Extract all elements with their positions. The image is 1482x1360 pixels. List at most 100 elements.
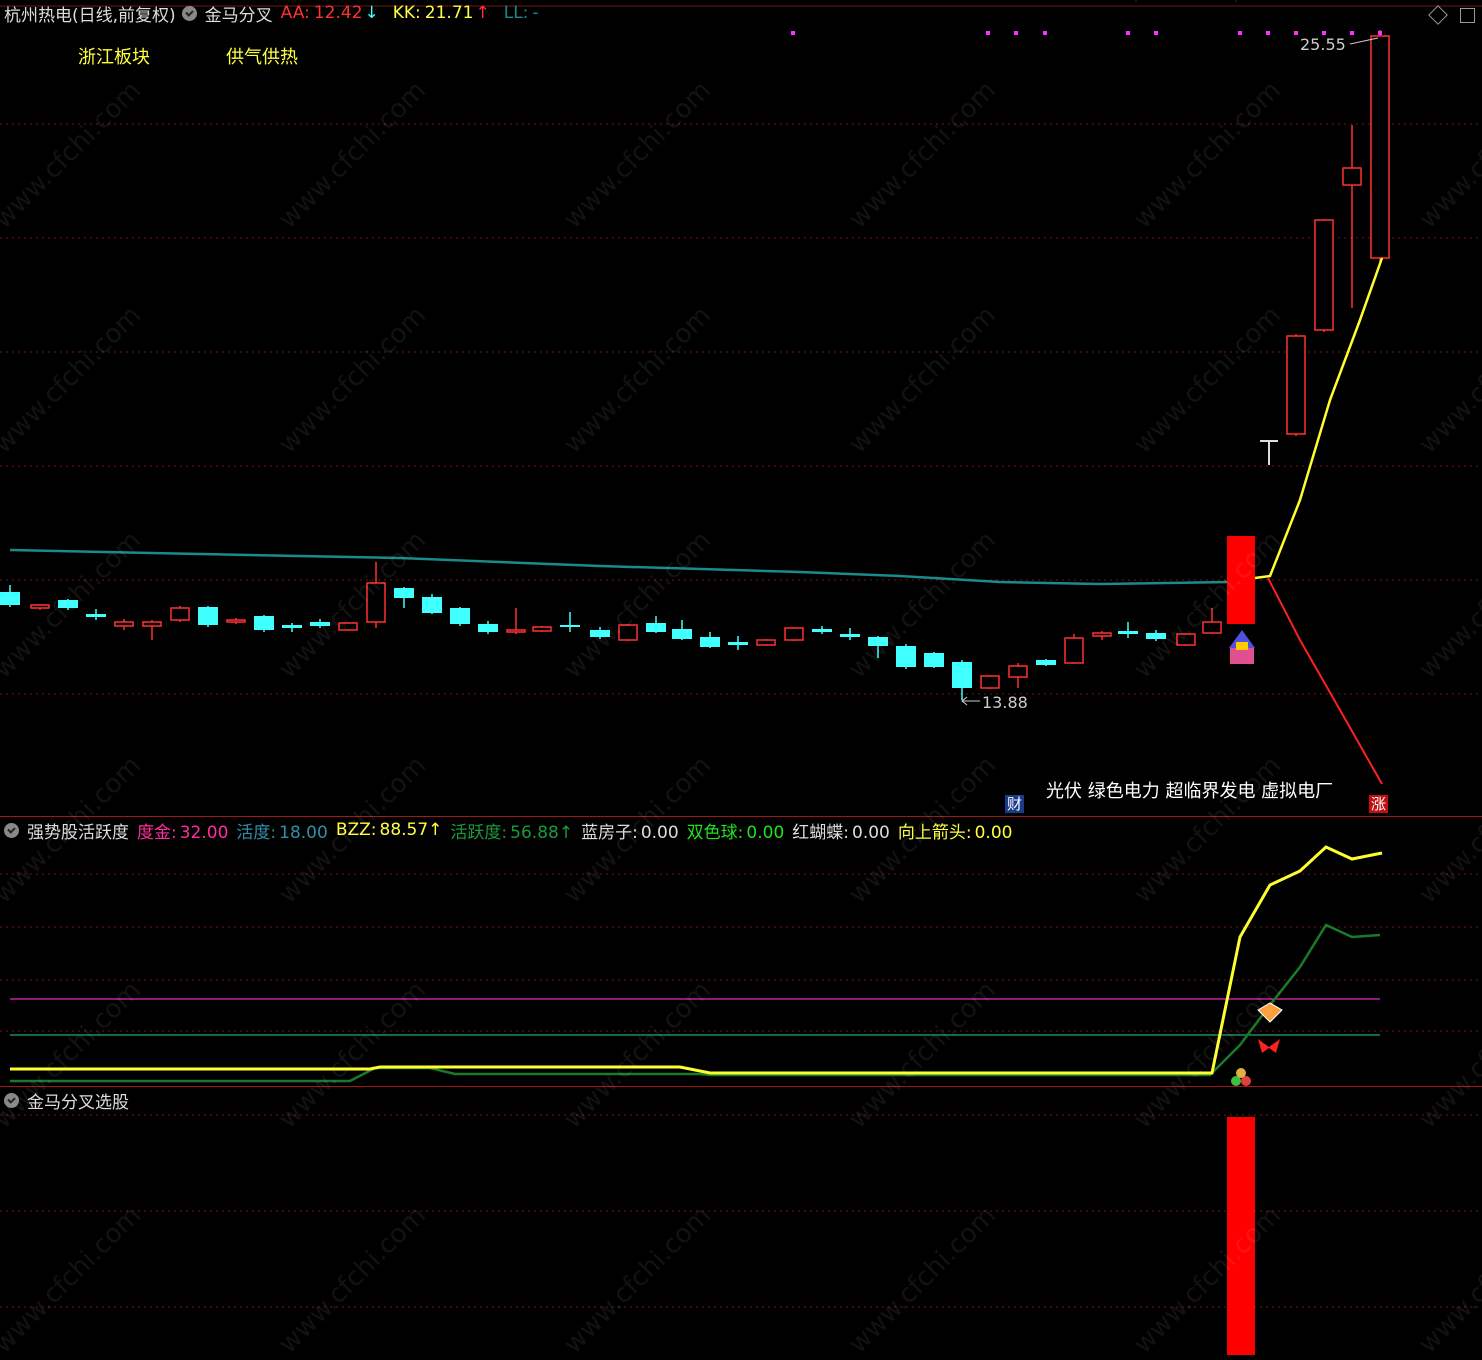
moving-average-line	[9, 548, 1231, 586]
activity-item-4: 蓝房子: 0.00	[581, 818, 679, 843]
candle-body-up	[226, 619, 246, 623]
activity-item-1: 活度: 18.00	[236, 818, 327, 843]
signal-block	[1227, 536, 1255, 624]
sector-tag-heating: 供气供热	[226, 47, 298, 68]
price-chart[interactable]	[0, 0, 1482, 816]
candle-body-down	[0, 592, 20, 605]
indicator-menu-icon[interactable]	[181, 5, 197, 21]
candle-body-down	[560, 625, 580, 627]
limit-up-badge[interactable]: 涨	[1369, 795, 1389, 813]
activity-item-value: 0.00	[640, 822, 679, 843]
candle-body-down	[1036, 660, 1056, 665]
aa-value: 12.42	[313, 3, 363, 23]
house-icon-window	[1236, 642, 1248, 650]
signal-dot	[1043, 31, 1047, 35]
finance-badge[interactable]: 财	[1005, 795, 1025, 813]
candle-body-down	[394, 588, 414, 598]
candle-body-down	[952, 662, 972, 688]
activity-indicator-name[interactable]: 强势股活跃度	[27, 818, 129, 843]
candle-body-down	[86, 614, 106, 617]
activity-chart[interactable]	[0, 817, 1482, 1086]
candle-body-up	[532, 626, 552, 632]
stock-pick-menu-icon[interactable]	[4, 1092, 19, 1108]
butterfly-icon	[1258, 1039, 1280, 1053]
concept-labels: 光伏 绿色电力 超临界发电 虚拟电厂	[1046, 781, 1334, 802]
activity-item-label: BZZ:	[335, 820, 377, 840]
stock-period: (日线,前复权)	[72, 5, 176, 26]
stock-pick-indicator-name[interactable]: 金马分叉选股	[27, 1088, 129, 1113]
candle-body-down	[646, 623, 666, 632]
aa-label: AA:	[280, 3, 310, 23]
low-price-label: 13.88	[982, 693, 1028, 712]
indicator-name[interactable]: 金马分叉	[205, 1, 273, 26]
candle-body-up	[30, 604, 50, 609]
signal-dot	[1294, 31, 1298, 35]
stock-pick-panel[interactable]: 金马分叉选股	[0, 1087, 1482, 1358]
candle-body-up	[1176, 633, 1196, 646]
activity-item-label: 活度:	[236, 822, 277, 843]
signal-dot	[1014, 31, 1018, 35]
candle-body-up	[114, 621, 134, 627]
candle-body-down	[198, 607, 218, 625]
candle-body-down	[478, 624, 498, 632]
stock-pick-chart[interactable]	[0, 1087, 1482, 1358]
candle-body-down	[450, 608, 470, 624]
candle-body-down	[310, 622, 330, 626]
candle-body-down	[1146, 633, 1166, 639]
activity-yellow-line	[10, 845, 1383, 1075]
signal-dot	[791, 31, 795, 35]
candle-body-up	[338, 622, 358, 631]
ll-label: LL:	[503, 3, 529, 23]
candle-body-down	[672, 629, 692, 639]
ll-value: -	[532, 3, 539, 23]
activity-item-value: 88.57↑	[379, 820, 443, 840]
activity-item-label: 度金:	[137, 822, 177, 843]
activity-green-line	[10, 923, 1381, 1083]
signal-dot	[986, 31, 990, 35]
activity-item-6: 红蝴蝶: 0.00	[792, 818, 890, 843]
candle-body-down	[422, 597, 442, 613]
activity-item-5: 双色球: 0.00	[687, 818, 785, 843]
candle-body-up	[1342, 167, 1362, 186]
activity-item-value: 18.00	[279, 822, 328, 843]
gem-icon	[1257, 1002, 1283, 1023]
candle-body-up	[618, 624, 638, 641]
candle-body-down	[282, 625, 302, 628]
activity-indicator-panel[interactable]: 强势股活跃度 度金: 32.00 活度: 18.00 BZZ: 88.57↑ 活跃度: 56.…	[0, 817, 1482, 1086]
candle-body-up	[1370, 35, 1390, 259]
activity-menu-icon[interactable]	[4, 822, 19, 838]
candle-body-down	[1118, 631, 1138, 634]
stock-pick-header: 金马分叉选股	[0, 1087, 137, 1113]
candle-body-up	[980, 675, 1000, 689]
ball-icon-yellow	[1236, 1068, 1246, 1078]
candle-body-up	[1286, 335, 1306, 435]
high-price-label: 25.55	[1300, 35, 1346, 54]
candle-body-down	[58, 600, 78, 608]
activity-item-value: 56.88↑	[510, 822, 574, 843]
sector-tag-zhejiang: 浙江板块	[78, 47, 150, 68]
aa-arrow-icon: ↓	[364, 3, 379, 23]
candle-body-up	[1314, 219, 1334, 331]
candle-body-up	[170, 607, 190, 621]
stock-title: 杭州热电	[4, 5, 72, 26]
candle-body-up	[784, 627, 804, 641]
main-chart-panel[interactable]: 杭州热电 (日线,前复权) 金马分叉 AA: 12.42 ↓ KK: 21.71…	[0, 0, 1482, 816]
candle-body-up	[756, 639, 776, 646]
candle-body-up	[1202, 621, 1222, 634]
candle-body-down	[254, 616, 274, 630]
stock-pick-signal-bar	[1227, 1117, 1255, 1355]
kk-value: 21.71	[424, 3, 474, 23]
activity-header: 强势股活跃度 度金: 32.00 活度: 18.00 BZZ: 88.57↑ 活跃度: 56.…	[0, 817, 1020, 843]
kk-arrow-icon: ↑	[475, 3, 490, 23]
candle-body-down	[812, 629, 832, 632]
signal-dot	[1126, 31, 1130, 35]
signal-dot	[1350, 31, 1354, 35]
candle-body-down	[840, 634, 860, 637]
candle-body-down	[896, 646, 916, 667]
candle-body-down	[728, 642, 748, 645]
activity-item-value: 0.00	[852, 822, 890, 843]
signal-dot	[1238, 31, 1242, 35]
panel-toggle-icon[interactable]	[1460, 8, 1475, 23]
activity-item-label: 双色球:	[686, 822, 744, 843]
candle-body-down	[700, 637, 720, 647]
